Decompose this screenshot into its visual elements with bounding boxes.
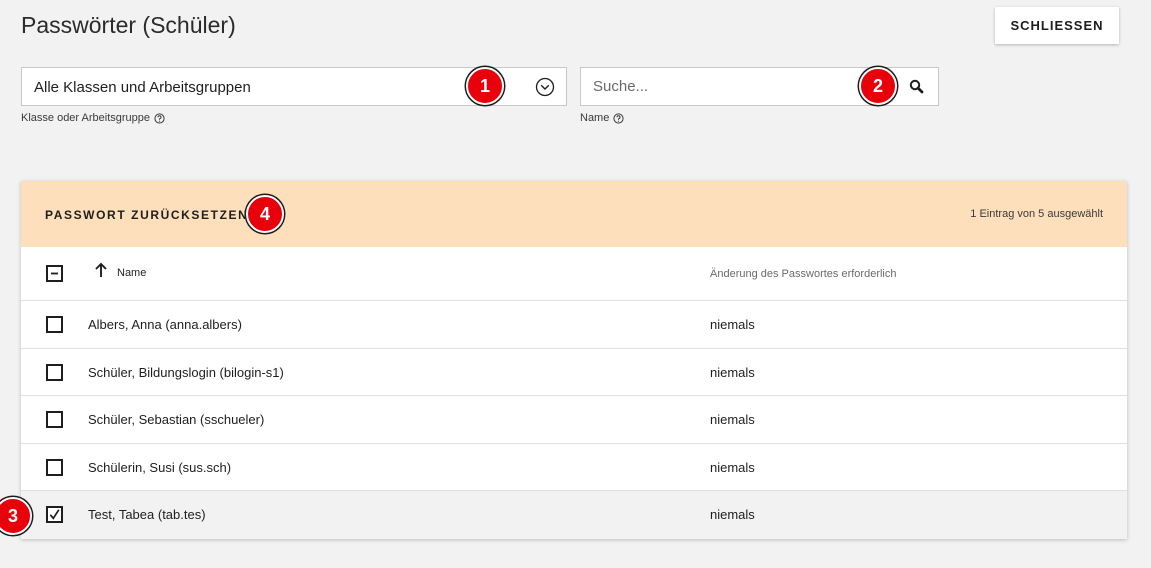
search-icon[interactable] [906, 76, 928, 98]
annotation-badge-1: 1 [466, 67, 504, 105]
row-checkbox[interactable] [46, 363, 63, 381]
indeterminate-icon [51, 272, 58, 275]
row-checkbox[interactable] [46, 458, 63, 476]
page-title: Passwörter (Schüler) [21, 12, 236, 38]
table-row[interactable]: Schüler, Bildungslogin (bilogin-s1) niem… [21, 349, 1127, 396]
row-checkbox[interactable] [46, 411, 63, 428]
help-icon[interactable] [154, 112, 165, 124]
annotation-badge-2: 2 [859, 67, 897, 105]
reset-password-action[interactable]: PASSWORT ZURÜCKSETZEN [45, 208, 248, 222]
group-select-helper: Klasse oder Arbeitsgruppe [21, 112, 165, 124]
cell-name: Schüler, Bildungslogin (bilogin-s1) [88, 364, 284, 380]
table-row[interactable]: Schüler, Sebastian (sschueler) niemals [21, 396, 1127, 444]
table-action-bar: PASSWORT ZURÜCKSETZEN 1 Eintrag von 5 au… [21, 181, 1127, 247]
select-all-checkbox[interactable] [46, 265, 63, 282]
cell-name: Albers, Anna (anna.albers) [88, 317, 242, 332]
sort-ascending-icon [95, 262, 107, 277]
column-header-name[interactable]: Name [93, 261, 146, 279]
table-header: Name Änderung des Passwortes erforderlic… [21, 247, 1127, 301]
cell-password-change: niemals [710, 507, 755, 522]
row-checkbox[interactable] [46, 316, 63, 333]
cell-name: Schülerin, Susi (sus.sch) [88, 459, 232, 475]
table-row[interactable]: Albers, Anna (anna.albers) niemals [21, 301, 1127, 349]
column-header-password-change[interactable]: Änderung des Passwortes erforderlich [710, 268, 896, 280]
search-input[interactable] [581, 68, 891, 105]
row-checkbox-checked[interactable] [46, 506, 63, 523]
group-select-label: Klasse oder Arbeitsgruppe [21, 112, 151, 124]
search-helper: Name [580, 112, 624, 124]
group-select-value: Alle Klassen und Arbeitsgruppen [34, 79, 251, 96]
cell-password-change: niemals [710, 317, 755, 332]
annotation-badge-4: 4 [246, 195, 284, 233]
table-row[interactable]: Schülerin, Susi (sus.sch) niemals [21, 444, 1127, 491]
chevron-down-icon[interactable] [535, 77, 555, 97]
selection-count: 1 Eintrag von 5 ausgewählt [970, 208, 1103, 220]
cell-password-change: niemals [710, 364, 755, 380]
checkmark-icon [49, 509, 60, 520]
table-row-selected[interactable]: Test, Tabea (tab.tes) niemals [21, 491, 1127, 539]
cell-password-change: niemals [710, 412, 755, 427]
cell-password-change: niemals [710, 459, 755, 475]
search-label: Name [580, 112, 610, 124]
help-icon[interactable] [613, 112, 624, 124]
student-table-card: PASSWORT ZURÜCKSETZEN 1 Eintrag von 5 au… [21, 181, 1127, 539]
column-header-name-label: Name [117, 267, 147, 279]
cell-name: Test, Tabea (tab.tes) [88, 507, 206, 522]
cell-name: Schüler, Sebastian (sschueler) [88, 412, 265, 427]
close-button[interactable]: SCHLIESSEN [995, 7, 1119, 44]
